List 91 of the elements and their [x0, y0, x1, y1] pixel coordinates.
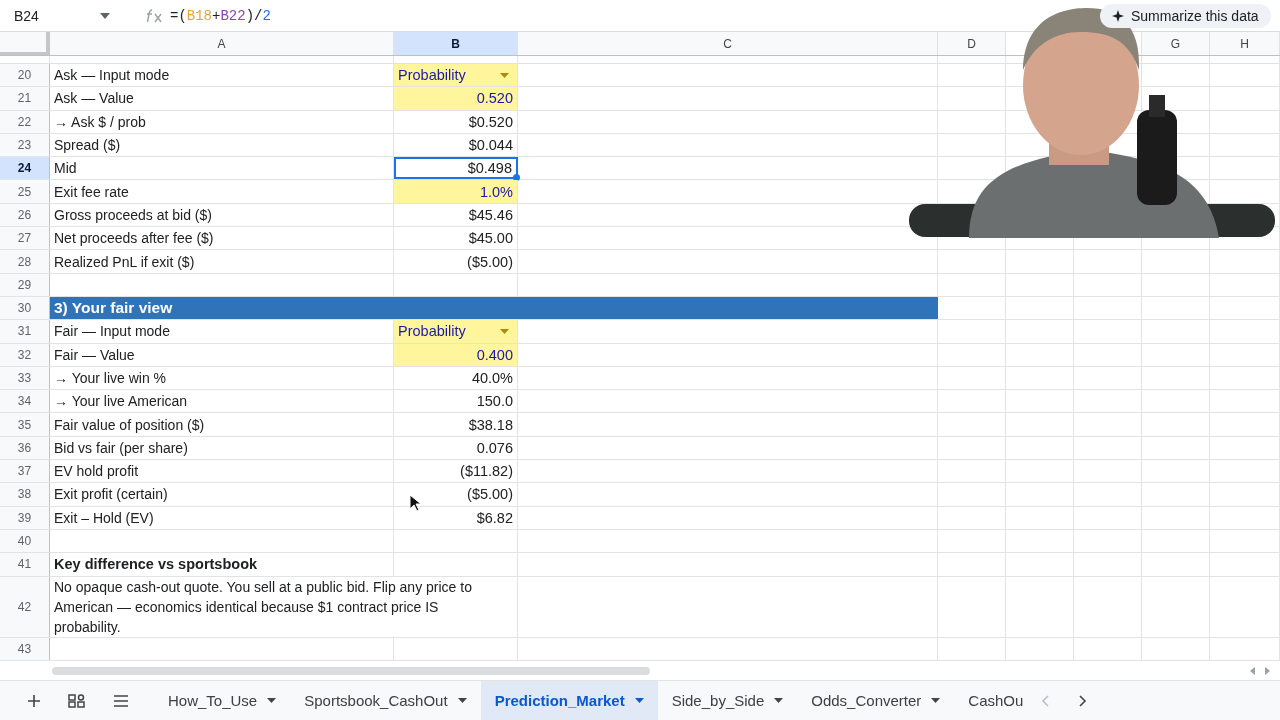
row-number[interactable]: 35: [0, 413, 50, 436]
caret-icon: [931, 698, 941, 703]
caret-icon: [267, 698, 277, 703]
dropdown-cell[interactable]: Probability: [394, 64, 518, 87]
sheet-tab[interactable]: Prediction_Market: [480, 681, 658, 720]
dropdown-value: Probability: [398, 67, 466, 84]
scroll-left-icon[interactable]: [1250, 666, 1256, 675]
function-icon: [146, 8, 164, 23]
summarize-button[interactable]: Summarize this data: [1100, 4, 1271, 28]
scroll-right-icon[interactable]: [1264, 666, 1270, 675]
table-cell: Exit – Hold (EV): [50, 506, 394, 529]
caret-icon: [500, 328, 509, 334]
row-number[interactable]: 37: [0, 460, 50, 483]
table-cell: → Your live American: [50, 390, 394, 413]
table-cell: $45.46: [394, 203, 518, 227]
table-cell: → Ask $ / prob: [50, 110, 394, 133]
table-cell: EV hold profit: [50, 460, 394, 483]
row-number[interactable]: 33: [0, 366, 50, 390]
table-cell: $0.520: [394, 110, 518, 133]
column-header[interactable]: D: [938, 32, 1006, 55]
row-number[interactable]: 25: [0, 180, 50, 203]
row-number[interactable]: 27: [0, 227, 50, 250]
row-number[interactable]: 32: [0, 343, 50, 366]
table-cell: Exit profit (certain): [50, 483, 394, 506]
caret-icon: [100, 12, 110, 19]
column-header[interactable]: C: [518, 32, 938, 55]
table-cell: 150.0: [394, 390, 518, 413]
table-cell: Mid: [50, 157, 394, 180]
cursor-icon: [409, 494, 421, 512]
note-text: No opaque cash-out quote. You sell at a public bid. Flip any price to American — economics identical because $1 contract price IS probability.: [50, 576, 518, 637]
table-cell: $0.044: [394, 133, 518, 157]
row-number[interactable]: 43: [0, 637, 50, 660]
column-header[interactable]: H: [1210, 32, 1280, 55]
row-number[interactable]: 39: [0, 506, 50, 529]
row-number[interactable]: 21: [0, 87, 50, 110]
table-cell: Key difference vs sportsbook: [50, 553, 394, 576]
scrollbar[interactable]: [52, 666, 650, 675]
name-box[interactable]: B24: [14, 7, 110, 24]
row-number[interactable]: 40: [0, 529, 50, 553]
caret-icon: [457, 698, 467, 703]
table-cell: → Your live win %: [50, 366, 394, 390]
sheet-tab[interactable]: CashOu: [954, 681, 1024, 720]
table-cell: ($11.82): [394, 460, 518, 483]
table-cell: Bid vs fair (per share): [50, 436, 394, 460]
add-sheet-icon[interactable]: [27, 693, 41, 708]
row-number[interactable]: 36: [0, 436, 50, 460]
table-cell: 0.400: [394, 343, 518, 366]
table-cell: 0.076: [394, 436, 518, 460]
row-number[interactable]: 26: [0, 203, 50, 227]
table-cell: Realized PnL if exit ($): [50, 250, 394, 273]
chevron-right-icon[interactable]: [1079, 694, 1088, 707]
table-cell: 1.0%: [394, 180, 518, 203]
table-cell: $45.00: [394, 227, 518, 250]
caret-icon: [634, 698, 644, 703]
sheet-tab[interactable]: Sportsbook_CashOut: [290, 681, 481, 720]
row-number[interactable]: 30: [0, 296, 50, 320]
column-header[interactable]: B: [394, 32, 518, 55]
caret-icon: [500, 72, 509, 78]
sheet-tab[interactable]: Side_by_Side: [657, 681, 798, 720]
row-number[interactable]: 20: [0, 64, 50, 87]
table-cell: Net proceeds after fee ($): [50, 227, 394, 250]
row-number[interactable]: 41: [0, 553, 50, 576]
row-number[interactable]: 22: [0, 110, 50, 133]
table-cell: $0.498: [394, 157, 518, 180]
row-number[interactable]: 34: [0, 390, 50, 413]
table-cell: 40.0%: [394, 366, 518, 390]
all-sheets-icon[interactable]: [68, 693, 86, 708]
column-header[interactable]: G: [1142, 32, 1210, 55]
sparkle-icon: [1112, 10, 1124, 22]
formula-text[interactable]: =(B18+B22)/2: [170, 7, 271, 24]
sheet-tab[interactable]: How_To_Use: [154, 681, 291, 720]
table-cell: Spread ($): [50, 133, 394, 157]
row-number[interactable]: 28: [0, 250, 50, 273]
table-cell: ($5.00): [394, 250, 518, 273]
row-number[interactable]: 31: [0, 320, 50, 343]
sheet-tab[interactable]: Odds_Converter: [797, 681, 955, 720]
dropdown-value: Probability: [398, 323, 466, 340]
row-number[interactable]: 29: [0, 273, 50, 296]
table-cell: 0.520: [394, 87, 518, 110]
row-number[interactable]: 38: [0, 483, 50, 506]
row-number[interactable]: 23: [0, 133, 50, 157]
column-header[interactable]: A: [50, 32, 394, 55]
dropdown-cell[interactable]: Probability: [394, 320, 518, 343]
row-number[interactable]: 24: [0, 157, 50, 180]
table-cell: $38.18: [394, 413, 518, 436]
table-cell: Gross proceeds at bid ($): [50, 203, 394, 227]
caret-icon: [774, 698, 784, 703]
menu-icon[interactable]: [113, 694, 129, 707]
table-cell: Fair value of position ($): [50, 413, 394, 436]
row-number[interactable]: 42: [0, 576, 50, 637]
section-header: 3) Your fair view: [50, 296, 938, 320]
